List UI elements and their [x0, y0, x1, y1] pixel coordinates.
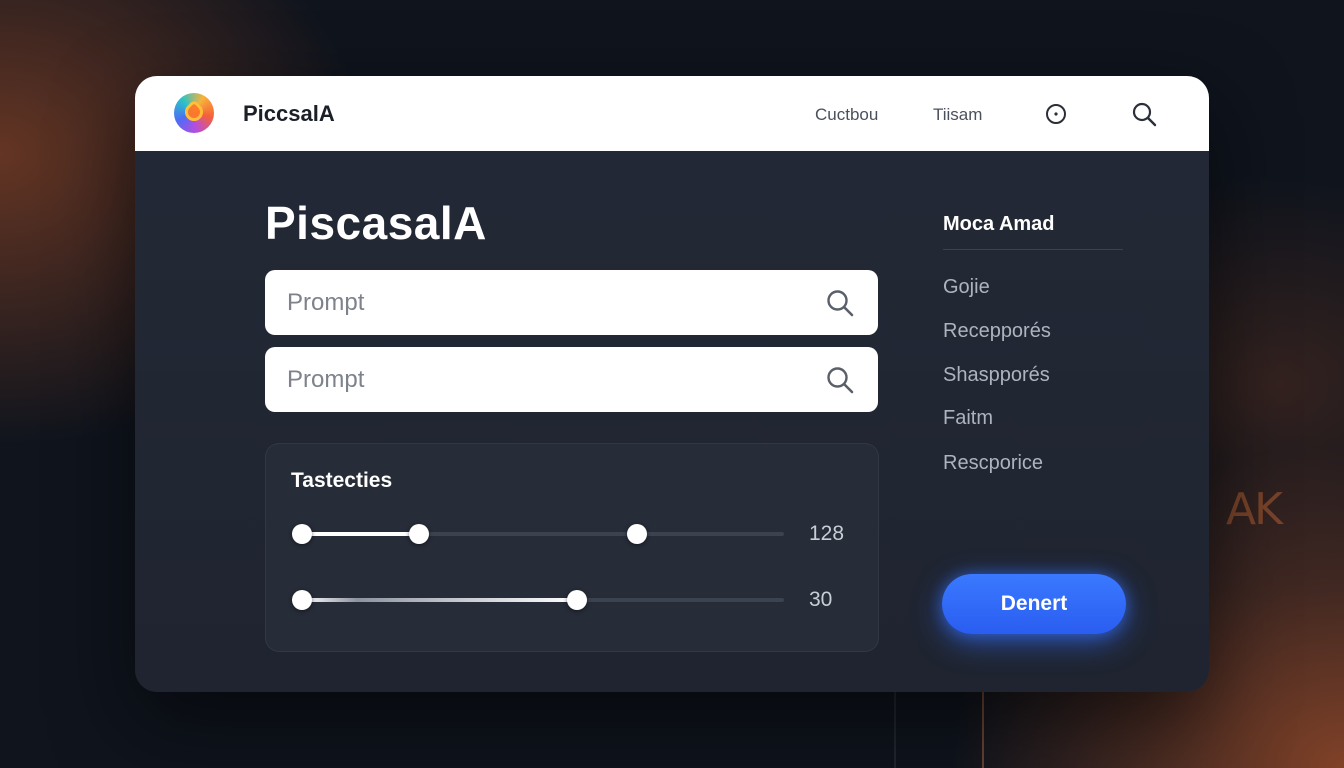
range-slider-2[interactable] [292, 590, 784, 610]
page-title: PiscasalA [265, 197, 487, 249]
prompt-field-2[interactable] [265, 347, 878, 412]
prompt-input-1[interactable] [287, 288, 824, 317]
sidebar-item[interactable]: Gojie [943, 276, 990, 299]
range-slider-1[interactable] [292, 524, 784, 544]
slider-fill [302, 598, 577, 602]
search-icon[interactable] [824, 287, 856, 319]
background-line [982, 692, 984, 768]
sidebar-divider [943, 249, 1123, 250]
sidebar-item[interactable]: Recepporés [943, 320, 1051, 343]
slider-value-2: 30 [809, 588, 833, 611]
prompt-field-1[interactable] [265, 270, 878, 335]
app-window: PiccsalA Cuctbou Tiisam PiscasalA Tastec… [135, 76, 1209, 692]
slider-thumb-end[interactable] [566, 590, 587, 610]
slider-thumb-high[interactable] [626, 524, 647, 544]
background-watermark: AK [1226, 484, 1283, 535]
generate-button[interactable]: Denert [942, 574, 1126, 634]
app-logo[interactable] [174, 93, 214, 133]
top-bar: PiccsalA Cuctbou Tiisam [135, 76, 1209, 151]
settings-panel: Tastecties 128 30 [265, 443, 879, 652]
search-icon[interactable] [824, 364, 856, 396]
slider-thumb-start[interactable] [292, 590, 312, 610]
slider-thumb-low[interactable] [408, 524, 429, 544]
slider-value-1: 128 [809, 522, 845, 545]
slider-thumb-start[interactable] [292, 524, 312, 544]
info-icon[interactable] [1042, 100, 1070, 128]
sidebar-item[interactable]: Faitm [943, 407, 993, 430]
settings-title: Tastecties [291, 469, 393, 492]
prompt-input-2[interactable] [287, 365, 824, 394]
app-name: PiccsalA [243, 101, 335, 126]
background-line [894, 692, 896, 768]
nav-link-2[interactable]: Tiisam [933, 105, 982, 125]
sidebar-item[interactable]: Shaspporés [943, 364, 1050, 387]
sidebar-header: Moca Amad [943, 213, 1055, 235]
nav-link-1[interactable]: Cuctbou [815, 105, 878, 125]
search-icon[interactable] [1130, 100, 1158, 128]
sidebar-item[interactable]: Rescporice [943, 452, 1043, 475]
slider-fill [302, 532, 419, 536]
